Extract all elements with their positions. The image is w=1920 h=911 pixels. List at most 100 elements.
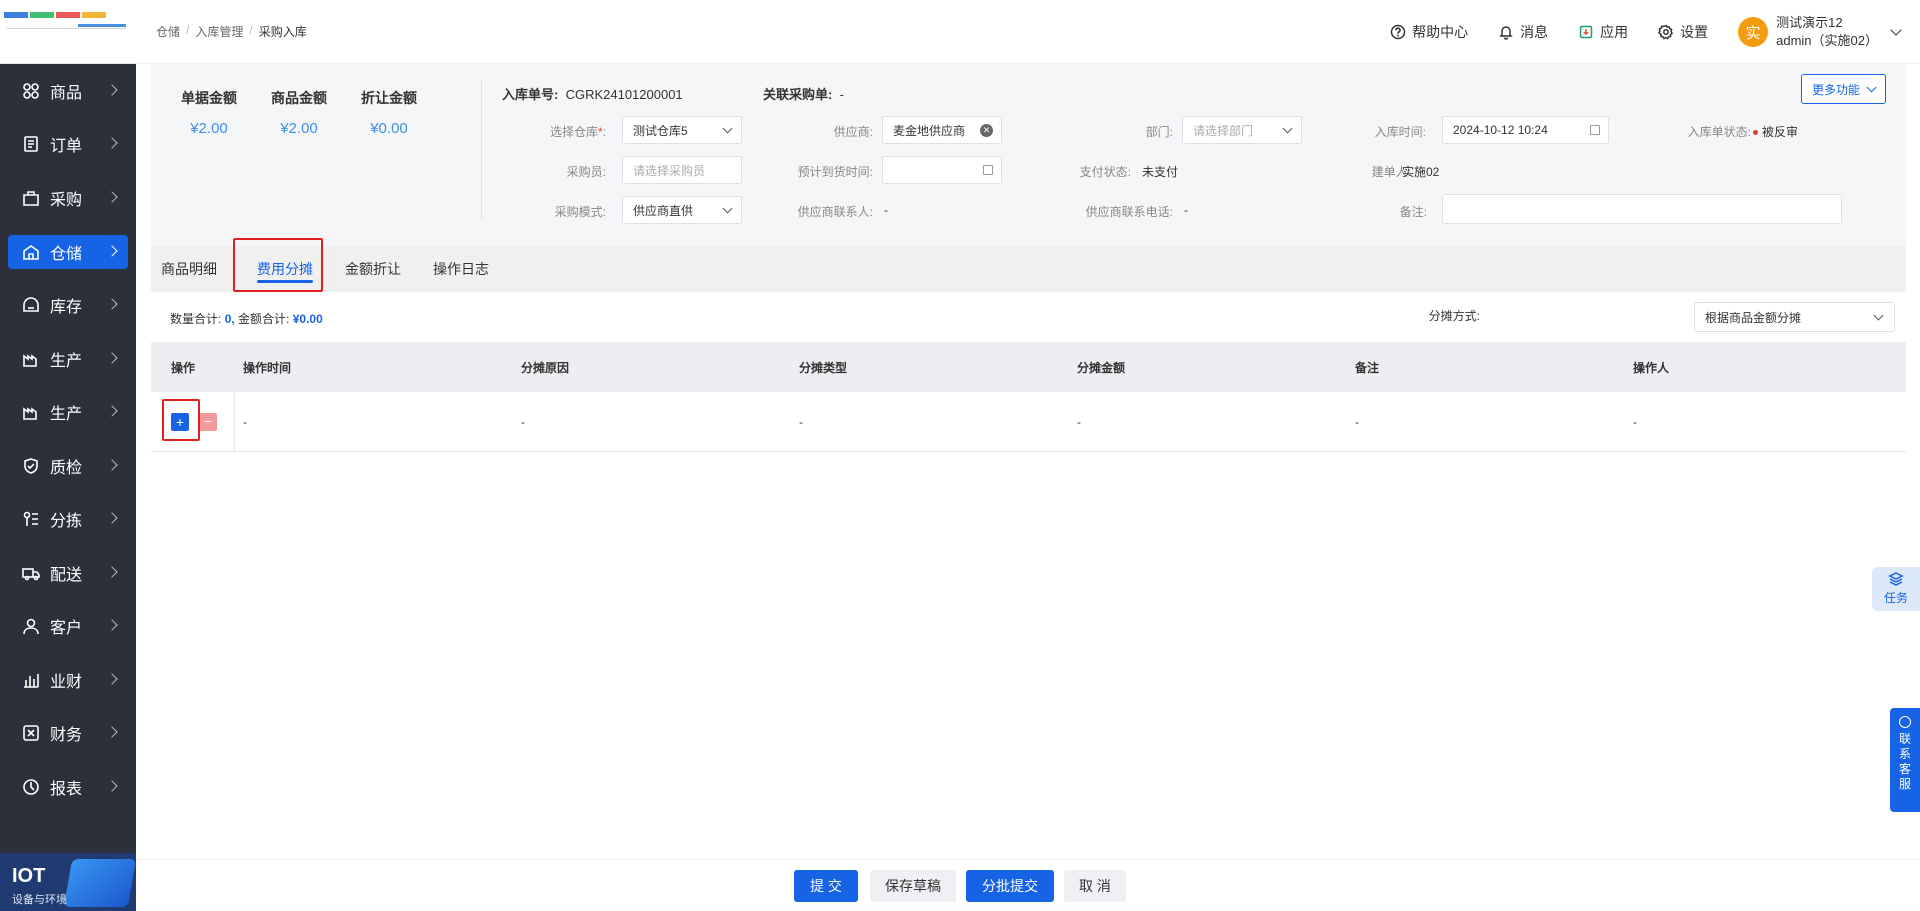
iot-logo[interactable]: IOT 设备与环境 — [0, 853, 136, 911]
cost-allocation-table: 操作 操作时间 分摊原因 分摊类型 分摊金额 备注 操作人 + − - - - … — [151, 342, 1906, 452]
sidebar-item[interactable]: 财务 — [0, 707, 136, 761]
app-thumbnail[interactable] — [0, 0, 136, 64]
breadcrumb-item[interactable]: 仓储 — [156, 23, 180, 40]
sidebar-item-label: 生产 — [50, 406, 83, 424]
chart-icon — [22, 671, 40, 689]
sidebar-item-label: 分拣 — [50, 513, 83, 531]
sidebar-item[interactable]: 报表 — [0, 760, 136, 814]
user-icon — [22, 617, 40, 635]
chevron-right-icon — [106, 244, 118, 257]
help-center-button[interactable]: 帮助中心 — [1390, 22, 1468, 42]
gear-icon — [1658, 24, 1674, 40]
calendar-icon — [1590, 125, 1600, 135]
sidebar-item-label: 配送 — [50, 566, 83, 584]
sidebar-item-label: 采购 — [50, 191, 83, 209]
logo-title: IOT — [12, 865, 46, 887]
apps-button[interactable]: 应用 — [1578, 22, 1628, 42]
chevron-down-icon — [1873, 310, 1884, 321]
chevron-right-icon — [106, 352, 118, 364]
warehouse-select[interactable]: 测试仓库5 — [622, 116, 742, 144]
batch-submit-button[interactable]: 分批提交 — [966, 870, 1054, 902]
avatar: 实 — [1738, 17, 1769, 47]
dept-label: 部门: — [1145, 125, 1173, 139]
in-time-picker[interactable]: 2024-10-12 10:24 — [1442, 116, 1609, 144]
sidebar-item[interactable]: 业财 — [0, 653, 136, 707]
allocation-method-label: 分摊方式: — [1428, 309, 1480, 323]
chevron-right-icon — [106, 84, 118, 96]
clear-icon[interactable]: ✕ — [980, 124, 993, 137]
sidebar-item[interactable]: 客户 — [0, 600, 136, 654]
customer-service-button[interactable]: 联系客服 — [1890, 708, 1920, 812]
sidebar-item[interactable]: 生产 — [0, 386, 136, 440]
contact-label: 供应商联系人: — [797, 205, 873, 219]
supplier-field[interactable]: 麦金地供应商 ✕ — [882, 116, 1002, 144]
submit-button[interactable]: 提 交 — [794, 870, 858, 902]
finance-icon — [22, 724, 40, 742]
messages-button[interactable]: 消息 — [1498, 22, 1548, 42]
factory-icon — [22, 403, 40, 421]
sidebar-item-label: 订单 — [50, 138, 83, 156]
tab-goods-detail[interactable]: 商品明细 — [151, 246, 227, 292]
sidebar-item[interactable]: 仓储 — [8, 234, 128, 269]
sidebar-item[interactable]: 库存 — [0, 279, 136, 333]
sidebar-item-label: 仓储 — [50, 245, 83, 263]
contact: - — [884, 203, 888, 217]
user-menu[interactable]: 实 测试演示12 admin（实施02） — [1738, 14, 1902, 50]
calendar-icon — [983, 165, 993, 175]
clipboard-icon — [22, 135, 40, 153]
app-download-icon — [1579, 25, 1593, 39]
totals-line: 数量合计: 0, 金额合计: ¥0.00 — [170, 312, 323, 326]
remark-label: 备注: — [1399, 205, 1427, 219]
chevron-right-icon — [106, 137, 118, 149]
sidebar-item[interactable]: 质检 — [0, 439, 136, 493]
remove-row-button[interactable]: − — [199, 412, 217, 431]
sidebar-item-label: 质检 — [50, 459, 83, 477]
eta-picker[interactable] — [882, 156, 1002, 184]
order-no: 入库单号: CGRK24101200001 — [502, 87, 683, 102]
sidebar-item[interactable]: 商品 — [0, 64, 136, 118]
breadcrumb-item[interactable]: 入库管理 — [195, 23, 243, 40]
clock-icon — [22, 778, 40, 796]
sidebar-item[interactable]: 配送 — [0, 546, 136, 600]
warehouse-label: 选择仓库*: — [549, 125, 606, 139]
sidebar-item[interactable]: 采购 — [0, 171, 136, 225]
chevron-down-icon — [1866, 82, 1877, 92]
buyer-select[interactable]: 请选择采购员 — [622, 156, 742, 184]
mode-label: 采购模式: — [554, 205, 606, 219]
bag-icon — [22, 189, 40, 207]
goods-amount: 商品金额 ¥2.00 — [271, 90, 327, 137]
chevron-down-icon — [1890, 24, 1902, 36]
sidebar-item[interactable]: 订单 — [0, 118, 136, 172]
save-draft-button[interactable]: 保存草稿 — [870, 870, 956, 902]
mode-select[interactable]: 供应商直供 — [622, 196, 742, 224]
warehouse-icon — [22, 243, 40, 261]
footer-bar: 提 交 保存草稿 分批提交 取 消 — [136, 859, 1920, 911]
allocation-method-select[interactable]: 根据商品金额分摊 — [1694, 302, 1895, 332]
highlight-box — [162, 399, 200, 441]
task-button[interactable]: 任务 — [1872, 567, 1920, 611]
chevron-right-icon — [106, 566, 118, 578]
table-header: 操作 操作时间 分摊原因 分摊类型 分摊金额 备注 操作人 — [151, 342, 1906, 392]
user-name: 测试演示12 — [1776, 15, 1843, 30]
chevron-right-icon — [106, 405, 118, 417]
shield-icon — [22, 457, 40, 475]
cancel-button[interactable]: 取 消 — [1064, 870, 1126, 902]
discount-amount: 折让金额 ¥0.00 — [361, 90, 417, 137]
tab-operation-log[interactable]: 操作日志 — [423, 246, 499, 292]
more-functions-button[interactable]: 更多功能 — [1800, 74, 1886, 104]
remark-input[interactable] — [1442, 194, 1842, 224]
dept-select[interactable]: 请选择部门 — [1182, 116, 1302, 144]
creator-label: 建单人: — [1371, 165, 1411, 179]
sidebar-item-label: 生产 — [50, 352, 83, 370]
buyer-label: 采购员: — [566, 165, 606, 179]
sidebar-item-label: 报表 — [50, 780, 83, 798]
sidebar-item[interactable]: 分拣 — [0, 493, 136, 547]
inventory-icon — [22, 296, 40, 314]
order-info-panel: 单据金额 ¥2.00 商品金额 ¥2.00 折让金额 ¥0.00 入库单号: C… — [151, 64, 1906, 246]
in-time-label: 入库时间: — [1374, 125, 1426, 139]
settings-button[interactable]: 设置 — [1658, 22, 1708, 42]
sidebar-item[interactable]: 生产 — [0, 332, 136, 386]
status-label: 入库单状态: — [1687, 125, 1751, 139]
chat-icon — [1899, 716, 1911, 728]
tab-discount[interactable]: 金额折让 — [335, 246, 411, 292]
